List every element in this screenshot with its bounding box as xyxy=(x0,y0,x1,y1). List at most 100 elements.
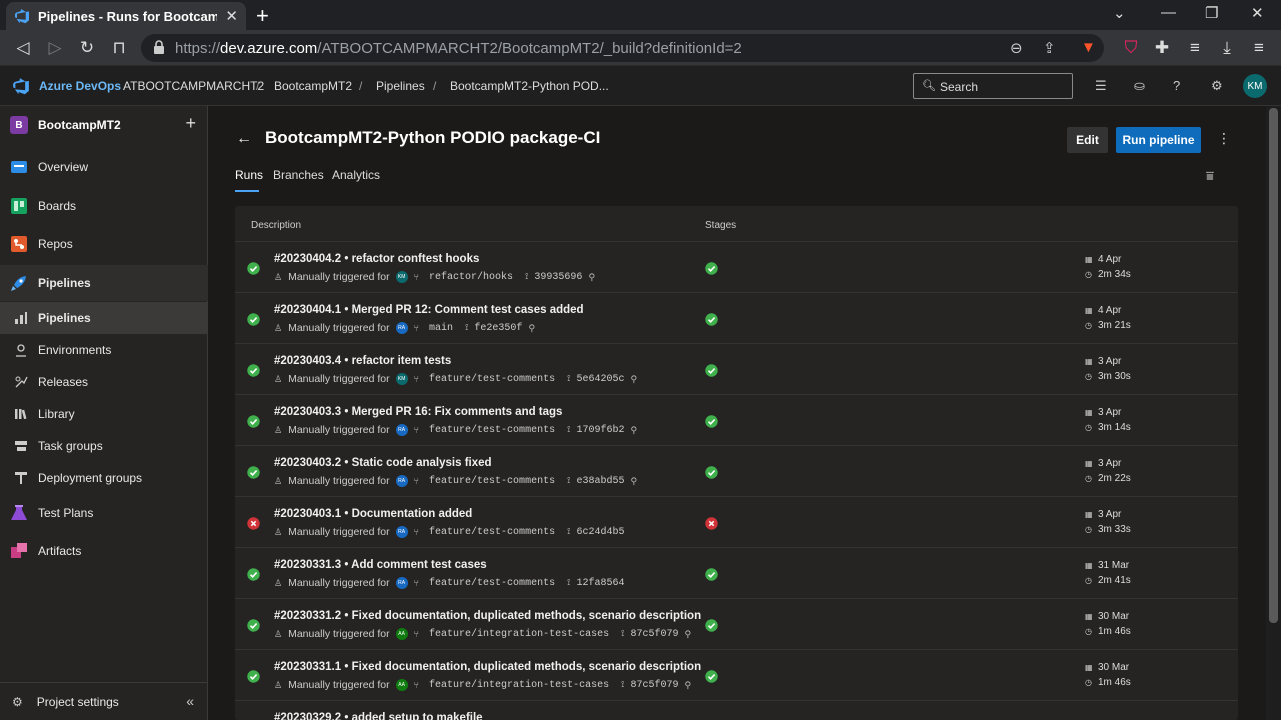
tab-analytics[interactable]: Analytics xyxy=(332,168,380,182)
branch-name[interactable]: feature/test-comments xyxy=(429,425,555,436)
tab-runs[interactable]: Runs xyxy=(235,168,263,182)
stage-status-icon[interactable] xyxy=(705,466,718,479)
reload-icon[interactable]: ↻ xyxy=(77,38,97,58)
help-icon[interactable]: ? xyxy=(1173,78,1180,93)
run-title[interactable]: #20230331.3 • Add comment test cases xyxy=(274,559,487,571)
browser-tab[interactable]: Pipelines - Runs for BootcampMT ✕ xyxy=(6,2,246,30)
back-arrow-icon[interactable]: ← xyxy=(236,130,252,148)
run-title[interactable]: #20230331.1 • Fixed documentation, dupli… xyxy=(274,661,701,673)
minimize-icon[interactable]: — xyxy=(1161,4,1176,21)
run-title[interactable]: #20230403.4 • refactor item tests xyxy=(274,355,451,367)
more-options-icon[interactable]: ⋮ xyxy=(1217,130,1231,147)
table-row[interactable]: #20230329.2 • added setup to makefile xyxy=(235,700,1238,720)
user-avatar[interactable]: KM xyxy=(1243,74,1267,98)
brave-shield-icon[interactable]: ▼ xyxy=(1081,39,1096,56)
address-bar[interactable]: https://dev.azure.com/ATBOOTCAMPMARCHT2/… xyxy=(141,34,1104,62)
branch-name[interactable]: feature/test-comments xyxy=(429,374,555,385)
sidebar-item-pipelines[interactable]: Pipelines xyxy=(0,302,208,334)
page-scrollbar[interactable] xyxy=(1266,106,1281,720)
commit-id[interactable]: ⟟ 39935696 xyxy=(525,272,582,283)
run-title[interactable]: #20230403.3 • Merged PR 16: Fix comments… xyxy=(274,406,562,418)
stage-status-icon[interactable] xyxy=(705,619,718,632)
sidebar-item-task-groups[interactable]: Task groups xyxy=(0,430,208,462)
stage-status-icon[interactable] xyxy=(705,568,718,581)
commit-id[interactable]: ⟟ 87c5f079 xyxy=(621,680,678,691)
branch-name[interactable]: refactor/hooks xyxy=(429,272,513,283)
table-row[interactable]: #20230404.1 • Merged PR 12: Comment test… xyxy=(235,292,1238,343)
run-title[interactable]: #20230404.1 • Merged PR 12: Comment test… xyxy=(274,304,584,316)
commit-id[interactable]: ⟟ fe2e350f xyxy=(465,323,522,334)
back-icon[interactable]: ◁ xyxy=(13,38,33,58)
marketplace-icon[interactable]: ⛀ xyxy=(1134,78,1145,94)
commit-id[interactable]: ⟟ 5e64205c xyxy=(567,374,624,385)
table-row[interactable]: #20230331.1 • Fixed documentation, dupli… xyxy=(235,649,1238,700)
user-settings-icon[interactable]: ⚙ xyxy=(1211,78,1223,94)
tab-close-icon[interactable]: ✕ xyxy=(225,7,238,25)
sidebar-item-artifacts[interactable]: Artifacts xyxy=(0,533,208,569)
table-row[interactable]: #20230331.2 • Fixed documentation, dupli… xyxy=(235,598,1238,649)
edit-button[interactable]: Edit xyxy=(1067,127,1108,153)
breadcrumb-pipeline[interactable]: BootcampMT2-Python POD... xyxy=(450,79,609,93)
extensions-icon[interactable]: ✚ xyxy=(1152,38,1172,58)
branch-name[interactable]: main xyxy=(429,323,453,334)
scrollbar-thumb[interactable] xyxy=(1269,108,1278,623)
stage-status-icon[interactable] xyxy=(705,313,718,326)
menu-icon[interactable]: ≡ xyxy=(1249,38,1269,58)
table-row[interactable]: #20230403.4 • refactor item tests ♙ Manual… xyxy=(235,343,1238,394)
breadcrumb-project[interactable]: BootcampMT2 xyxy=(274,79,352,93)
sidebar-item-pipelines-section[interactable]: Pipelines xyxy=(0,265,208,301)
commit-id[interactable]: ⟟ 12fa8564 xyxy=(567,578,624,589)
branch-name[interactable]: feature/integration-test-cases xyxy=(429,629,609,640)
sidebar-item-boards[interactable]: Boards xyxy=(0,188,208,224)
table-row[interactable]: #20230331.3 • Add comment test cases ♙ Man… xyxy=(235,547,1238,598)
filter-icon[interactable]: ⩸ xyxy=(1206,168,1214,184)
project-selector[interactable]: B BootcampMT2 + xyxy=(10,113,200,135)
commit-id[interactable]: ⟟ 6c24d4b5 xyxy=(567,527,624,538)
new-tab-icon[interactable]: + xyxy=(256,3,269,29)
stage-status-icon[interactable] xyxy=(705,517,718,530)
table-row[interactable]: #20230403.3 • Merged PR 16: Fix comments… xyxy=(235,394,1238,445)
add-icon[interactable]: + xyxy=(185,113,196,134)
run-title[interactable]: #20230403.1 • Documentation added xyxy=(274,508,472,520)
run-pipeline-button[interactable]: Run pipeline xyxy=(1116,127,1201,153)
close-window-icon[interactable]: ✕ xyxy=(1251,4,1264,22)
sidebar-item-environments[interactable]: Environments xyxy=(0,334,208,366)
commit-id[interactable]: ⟟ 87c5f079 xyxy=(621,629,678,640)
forward-icon[interactable]: ▷ xyxy=(45,38,65,58)
tab-branches[interactable]: Branches xyxy=(273,168,324,182)
playlist-icon[interactable]: ≡ xyxy=(1185,38,1205,58)
maximize-icon[interactable]: ❐ xyxy=(1205,4,1218,22)
zoom-icon[interactable]: ⊖ xyxy=(1010,39,1023,57)
branch-name[interactable]: feature/integration-test-cases xyxy=(429,680,609,691)
brave-rewards-icon[interactable]: ⛉ xyxy=(1121,38,1141,58)
stage-status-icon[interactable] xyxy=(705,262,718,275)
sidebar-item-deployment-groups[interactable]: Deployment groups xyxy=(0,462,208,494)
run-title[interactable]: #20230329.2 • added setup to makefile xyxy=(274,712,483,720)
stage-status-icon[interactable] xyxy=(705,670,718,683)
commit-id[interactable]: ⟟ 1709f6b2 xyxy=(567,425,624,436)
project-settings[interactable]: ⚙ Project settings « xyxy=(0,682,208,720)
stage-status-icon[interactable] xyxy=(705,364,718,377)
run-title[interactable]: #20230403.2 • Static code analysis fixed xyxy=(274,457,492,469)
sidebar-item-repos[interactable]: Repos xyxy=(0,226,208,262)
table-row[interactable]: #20230403.2 • Static code analysis fixed… xyxy=(235,445,1238,496)
sidebar-item-overview[interactable]: Overview xyxy=(0,149,208,185)
sidebar-item-library[interactable]: Library xyxy=(0,398,208,430)
branch-name[interactable]: feature/test-comments xyxy=(429,476,555,487)
search-input[interactable]: 🔍︎ Search xyxy=(913,73,1073,99)
run-title[interactable]: #20230331.2 • Fixed documentation, dupli… xyxy=(274,610,701,622)
work-items-icon[interactable]: ☰ xyxy=(1095,78,1107,94)
breadcrumb-organization[interactable]: ATBOOTCAMPMARCHT2 xyxy=(123,79,264,93)
table-row[interactable]: #20230404.2 • refactor conftest hooks ♙ Ma… xyxy=(235,241,1238,292)
stage-status-icon[interactable] xyxy=(705,415,718,428)
sidebar-item-test-plans[interactable]: Test Plans xyxy=(0,495,208,531)
breadcrumb-pipelines[interactable]: Pipelines xyxy=(376,79,425,93)
collapse-sidebar-icon[interactable]: « xyxy=(186,693,194,709)
download-icon[interactable]: ⤓ xyxy=(1217,38,1237,58)
share-icon[interactable]: ⇪ xyxy=(1043,39,1056,57)
bookmark-icon[interactable]: ⊓ xyxy=(109,38,129,58)
sidebar-item-releases[interactable]: Releases xyxy=(0,366,208,398)
tab-search-icon[interactable]: ⌄ xyxy=(1113,4,1126,22)
table-row[interactable]: #20230403.1 • Documentation added ♙ Manual… xyxy=(235,496,1238,547)
azure-devops-logo-icon[interactable] xyxy=(12,77,30,95)
